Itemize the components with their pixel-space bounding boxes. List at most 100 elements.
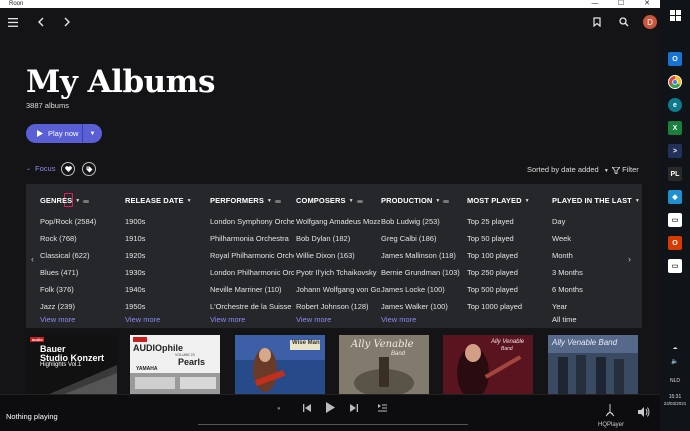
toggle-icon[interactable] [443,199,450,203]
view-more-link[interactable]: View more [125,315,160,324]
chevron-down-icon[interactable]: ▼ [75,198,80,204]
play-now-dropdown[interactable]: ▼ [83,131,102,137]
tag-filter-icon[interactable] [82,162,96,176]
focus-item[interactable]: Top 250 played [467,268,551,277]
focus-item[interactable]: Rock (768) [40,234,122,243]
focus-item[interactable]: Bernie Grundman (103) [381,268,465,277]
focus-toggle[interactable]: ⌄ Focus [26,164,55,173]
focus-item[interactable]: Top 1000 played [467,302,551,311]
play-icon[interactable] [326,402,335,415]
album-cover[interactable]: Bauer Studio Konzert Highlights Vol.1 au… [27,335,117,395]
maximize-button[interactable]: ☐ [608,0,634,8]
focus-column-header[interactable]: PERFORMERS ▼ [210,196,281,205]
focus-item[interactable]: Greg Calbi (186) [381,234,465,243]
sort-dropdown[interactable]: Sorted by date added ▼ [527,165,609,174]
app-blue-icon[interactable]: ◆ [668,190,682,204]
chevron-down-icon[interactable]: ▼ [187,198,192,204]
back-arrow-icon[interactable] [30,12,50,32]
cloud-icon[interactable]: ☁ [662,345,688,351]
focus-item[interactable]: Royal Philharmonic Orchestra [210,251,294,260]
focus-item[interactable]: Year [552,302,632,311]
close-button[interactable]: ✕ [634,0,660,8]
focus-item[interactable]: London Philharmonic Orchestra [210,268,294,277]
scroll-left-icon[interactable]: ‹ [31,254,34,264]
focus-item[interactable]: Johann Wolfgang von Goethe [296,285,380,294]
zone-name[interactable]: HQPlayer [598,422,624,428]
focus-item[interactable]: Pyotr Il'yich Tchaikovsky [296,268,380,277]
office-icon[interactable]: O [668,236,682,250]
powershell-icon[interactable]: > [668,144,682,158]
album-cover[interactable]: Wise Man [235,335,325,395]
focus-item[interactable]: 1940s [125,285,207,294]
album-cover[interactable]: AUDIOphile VOLUME 23 Pearls YAMAHA [130,335,220,395]
progress-bar[interactable] [198,424,468,425]
focus-item[interactable]: Week [552,234,632,243]
chevron-down-icon[interactable]: ▼ [435,198,440,204]
outlook-icon[interactable]: O [668,52,682,66]
focus-column-header[interactable]: RELEASE DATE ▼ [125,196,192,205]
zone-speaker-icon[interactable] [603,403,617,419]
focus-item[interactable]: Blues (471) [40,268,122,277]
view-more-link[interactable]: View more [40,315,75,324]
focus-item[interactable]: Top 100 played [467,251,551,260]
chrome-icon[interactable] [668,75,682,89]
view-more-link[interactable]: View more [296,315,331,324]
clock-date[interactable]: 23/03/2021 [662,401,688,406]
filter-button[interactable]: Filter [611,165,639,175]
chevron-down-icon[interactable]: ▼ [525,198,530,204]
album-cover[interactable]: Ally Venable Band [548,335,638,395]
focus-item[interactable]: 1930s [125,268,207,277]
focus-column-header[interactable]: GENRES ▼ [40,196,90,205]
focus-item[interactable]: Pop/Rock (2584) [40,217,122,226]
window-app-icon[interactable]: ▭ [668,259,682,273]
volume-icon[interactable] [638,407,650,419]
clock-time[interactable]: 15:31 [662,394,688,400]
focus-item[interactable]: 1950s [125,302,207,311]
language-indicator[interactable]: NLD [662,378,688,384]
focus-item[interactable]: 1910s [125,234,207,243]
excel-icon[interactable]: X [668,121,682,135]
toggle-icon[interactable] [83,199,90,203]
album-cover[interactable]: Ally Venable Band [339,335,429,395]
focus-item[interactable]: 1900s [125,217,207,226]
album-cover[interactable]: Ally Venable Band [443,335,533,395]
focus-item[interactable]: Robert Johnson (128) [296,302,380,311]
focus-item[interactable]: James Walker (100) [381,302,465,311]
focus-item[interactable]: 1920s [125,251,207,260]
chevron-down-icon[interactable]: ▼ [267,198,272,204]
next-track-icon[interactable] [350,404,358,414]
forward-arrow-icon[interactable] [57,12,77,32]
focus-item[interactable]: Willie Dixon (163) [296,251,380,260]
focus-item[interactable]: L'Orchestre de la Suisse Romande [210,302,294,311]
focus-item[interactable]: James Locke (100) [381,285,465,294]
focus-item[interactable]: 6 Months [552,285,632,294]
chevron-down-icon[interactable]: ▼ [635,198,640,204]
focus-item[interactable]: All time [552,315,577,324]
focus-item[interactable]: Classical (622) [40,251,122,260]
focus-item[interactable]: James Mallinson (118) [381,251,465,260]
queue-icon[interactable] [378,404,387,414]
focus-column-header[interactable]: COMPOSERS ▼ [296,196,363,205]
heart-filter-icon[interactable] [61,162,75,176]
app-pl-icon[interactable]: PL [668,167,682,181]
focus-item[interactable]: Day [552,217,632,226]
focus-item[interactable]: London Symphony Orchestra [210,217,294,226]
focus-column-header[interactable]: MOST PLAYED ▼ [467,196,530,205]
play-now-button[interactable]: Play now ▼ [26,124,102,143]
view-more-link[interactable]: View more [210,315,245,324]
focus-column-header[interactable]: PRODUCTION ▼ [381,196,450,205]
toggle-icon[interactable] [356,199,363,203]
previous-track-icon[interactable] [303,404,311,414]
focus-item[interactable]: Philharmonia Orchestra [210,234,294,243]
window-app-icon[interactable]: ▭ [668,213,682,227]
windows-start-icon[interactable] [668,8,682,22]
search-icon[interactable] [614,12,634,32]
focus-item[interactable]: Jazz (239) [40,302,122,311]
focus-item[interactable]: Top 500 played [467,285,551,294]
edge-icon[interactable]: e [668,98,682,112]
focus-item[interactable]: Bob Ludwig (253) [381,217,465,226]
focus-item[interactable]: Wolfgang Amadeus Mozart [296,217,380,226]
focus-item[interactable]: 3 Months [552,268,632,277]
focus-item[interactable]: Bob Dylan (182) [296,234,380,243]
toggle-icon[interactable] [274,199,281,203]
